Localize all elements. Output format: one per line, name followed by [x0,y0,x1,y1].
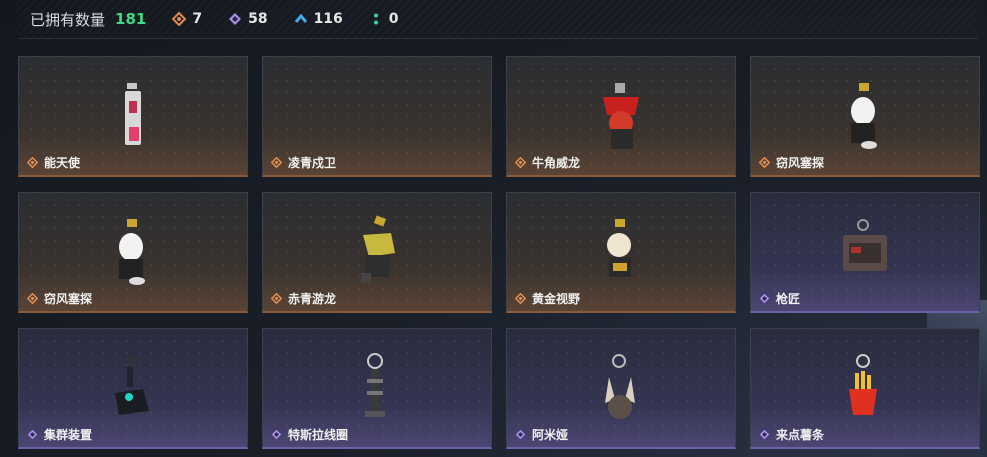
pendant-name: 来点薯条 [759,426,824,443]
pendant-card[interactable]: 窃风塞探 [18,192,248,313]
owned-count-label: 已拥有数量 [30,10,106,29]
purple-rarity-icon [759,429,770,440]
stat-orange: 7 [172,11,202,27]
stat-purple-value: 58 [248,11,268,27]
pendant-image [361,215,395,283]
pendant-name: 牛角威龙 [515,154,580,171]
pendant-image [115,356,149,415]
teal-dots-icon [373,13,378,25]
pendant-image [607,219,631,277]
pendant-card[interactable]: 阿米娅 [506,328,736,449]
pendant-name: 窃风塞探 [27,290,92,307]
pendant-name: 窃风塞探 [759,154,824,171]
orange-rarity-icon [27,293,38,304]
pendant-name: 集群装置 [27,426,92,443]
pendant-card[interactable]: 能天使 [18,56,248,177]
stat-teal-value: 0 [388,11,399,27]
purple-rarity-icon [515,429,526,440]
purple-diamond-icon [229,13,242,25]
purple-rarity-icon [27,429,38,440]
pendant-image [851,83,877,149]
purple-rarity-icon [759,293,770,304]
pendant-name: 赤青游龙 [271,290,336,307]
pendant-name: 凌青戍卫 [271,154,336,171]
purple-rarity-icon [271,429,282,440]
pendant-card[interactable]: 集群装置 [18,328,248,449]
pendant-name: 阿米娅 [515,426,568,443]
orange-diamond-icon [172,12,187,26]
orange-rarity-icon [759,157,770,168]
pendant-card[interactable]: 赤青游龙 [262,192,492,313]
pendant-card[interactable]: 牛角威龙 [506,56,736,177]
stat-blue: 116 [294,11,343,27]
collection-header: 已拥有数量 181 7 58 116 0 [18,0,978,39]
stat-orange-value: 7 [192,11,203,27]
pendant-card[interactable]: 枪匠 [750,192,980,313]
pendant-card[interactable]: 特斯拉线圈 [262,328,492,449]
pendant-name: 能天使 [27,154,80,171]
stat-purple: 58 [228,11,268,27]
blue-chevron-icon [294,13,307,23]
pendant-card[interactable]: 黄金视野 [506,192,736,313]
pendant-name: 黄金视野 [515,290,580,307]
pendant-image [603,83,639,149]
pendant-image [125,83,141,145]
pendant-card[interactable]: 窃风塞探 [750,56,980,177]
pendant-image [605,354,635,419]
stat-teal: 0 [369,11,399,27]
pendant-card[interactable]: 凌青戍卫 [262,56,492,177]
orange-rarity-icon [271,293,282,304]
owned-count-value: 181 [115,10,147,28]
stat-blue-value: 116 [313,11,343,27]
pendant-card[interactable]: 来点薯条 [750,328,980,449]
pendant-image [843,219,887,271]
pendant-image [119,219,145,285]
orange-rarity-icon [271,157,282,168]
pendant-image [365,353,385,417]
pendant-image [849,354,877,415]
pendant-name: 枪匠 [759,290,800,307]
pendant-name: 特斯拉线圈 [271,426,348,443]
orange-rarity-icon [27,157,38,168]
orange-rarity-icon [515,293,526,304]
orange-rarity-icon [515,157,526,168]
